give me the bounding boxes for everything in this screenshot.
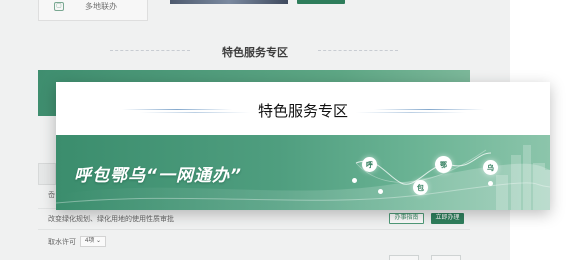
city-photo xyxy=(170,0,288,4)
items-count-value: 4项 xyxy=(85,238,95,244)
top-action-button[interactable] xyxy=(297,0,345,4)
city-node-ulanqab: 乌 xyxy=(483,160,498,175)
bottom-button-2[interactable] xyxy=(431,255,461,260)
service-item-name[interactable]: 改变绿化规划、绿化用地的使用性质审批 xyxy=(48,214,174,224)
one-network-banner[interactable]: 呼包鄂乌“一网通办” 呼 包 鄂 乌 xyxy=(56,135,550,210)
service-item-name[interactable]: 取水许可 xyxy=(48,237,76,247)
network-dot xyxy=(352,178,357,183)
service-icon: ▢ xyxy=(54,2,64,11)
title-divider-right xyxy=(318,50,398,52)
banner-slogan: 呼包鄂乌“一网通办” xyxy=(74,166,242,186)
title-divider-right xyxy=(374,109,484,110)
multi-region-service-card[interactable]: ▢ 多地联办 xyxy=(38,0,148,21)
city-node-ordos: 鄂 xyxy=(435,156,452,173)
side-tab[interactable] xyxy=(38,163,56,185)
bottom-button-1[interactable] xyxy=(389,255,419,260)
row-divider xyxy=(38,229,470,230)
network-dot xyxy=(488,181,493,186)
network-dot xyxy=(378,189,383,194)
multi-region-label: 多地联办 xyxy=(85,2,117,11)
guide-button[interactable]: 办事指南 xyxy=(389,213,424,224)
city-node-baotou: 包 xyxy=(413,180,428,195)
items-count-select[interactable]: 4项 ⌄ xyxy=(80,236,107,247)
chevron-down-icon: ⌄ xyxy=(96,238,102,244)
title-divider-right xyxy=(356,112,466,113)
featured-title: 特色服务专区 xyxy=(257,102,348,120)
city-skyline xyxy=(496,145,550,210)
truncated-label: 岙 xyxy=(48,192,55,199)
apply-button[interactable]: 立即办理 xyxy=(431,213,464,224)
city-node-hohhot: 呼 xyxy=(362,157,377,172)
featured-services-card: 特色服务专区 呼包鄂乌“一网通办” 呼 包 鄂 乌 xyxy=(56,82,550,210)
section-title: 特色服务专区 xyxy=(222,46,288,59)
